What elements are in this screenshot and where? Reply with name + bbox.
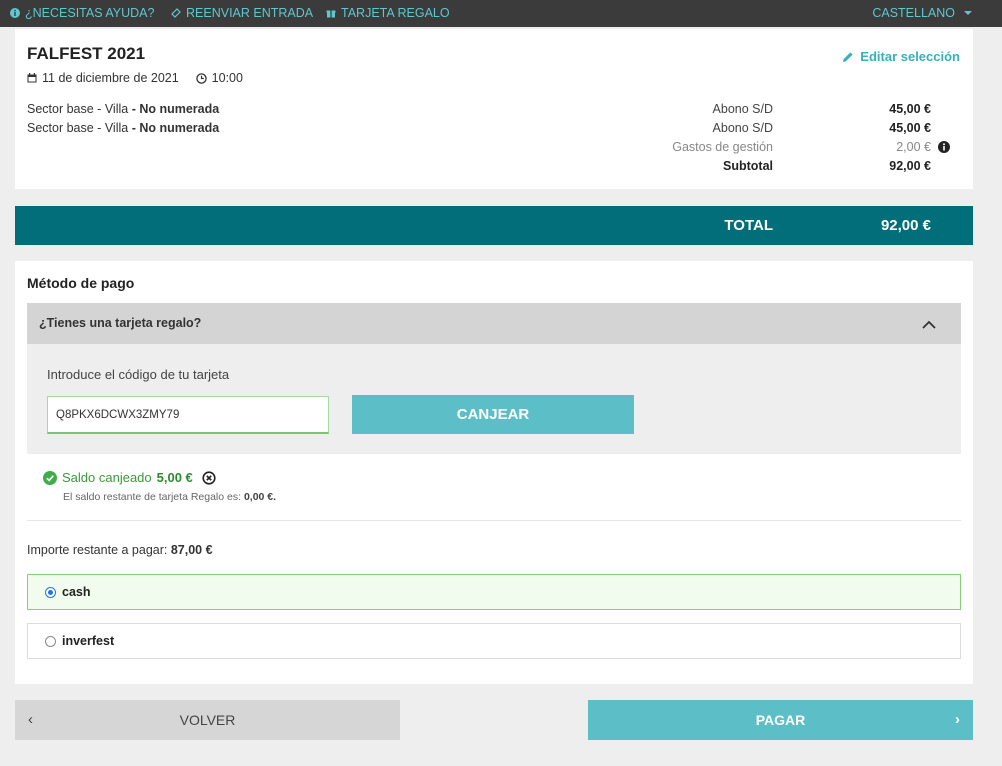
payment-option-label: inverfest bbox=[62, 634, 115, 648]
ticket-separator: - bbox=[128, 121, 140, 135]
remove-circle-icon[interactable] bbox=[202, 470, 216, 485]
gift-card-link[interactable]: TARJETA REGALO bbox=[326, 6, 450, 20]
chevron-up-icon[interactable] bbox=[922, 318, 936, 332]
pay-label: PAGAR bbox=[755, 712, 806, 728]
redeemed-balance: Saldo canjeado 5,00 € bbox=[43, 470, 216, 485]
chevron-right-icon: › bbox=[955, 711, 960, 728]
subtotal-label: Subtotal bbox=[723, 159, 773, 173]
resend-ticket-link[interactable]: REENVIAR ENTRADA bbox=[171, 6, 313, 20]
fees-label: Gastos de gestión bbox=[672, 140, 773, 154]
subtotal-amount: 92,00 € bbox=[889, 159, 931, 173]
ticket-label: Abono S/D bbox=[712, 121, 773, 135]
gift-card-question: ¿Tienes una tarjeta regalo? bbox=[39, 316, 202, 330]
remaining-to-pay-amount: 87,00 € bbox=[170, 543, 213, 557]
remaining-to-pay-prefix: Importe restante a pagar: bbox=[27, 543, 168, 557]
top-bar: ¿NECESITAS AYUDA? REENVIAR ENTRADA TARJE… bbox=[0, 0, 1002, 27]
resend-label: REENVIAR ENTRADA bbox=[186, 6, 314, 20]
payment-method-card: Método de pago ¿Tienes una tarjeta regal… bbox=[15, 261, 973, 684]
remaining-to-pay: Importe restante a pagar: 87,00 € bbox=[27, 543, 213, 557]
redeemed-amount: 5,00 € bbox=[156, 470, 193, 485]
gift-icon bbox=[326, 10, 336, 18]
info-icon[interactable] bbox=[938, 141, 950, 153]
ticket-sector: Sector base - Villa bbox=[27, 102, 129, 116]
pay-button[interactable]: PAGAR › bbox=[588, 700, 973, 740]
ticket-separator: - bbox=[128, 102, 140, 116]
check-circle-icon bbox=[43, 470, 57, 485]
ticket-icon bbox=[171, 8, 181, 18]
language-label: CASTELLANO bbox=[872, 6, 955, 20]
remaining-balance-prefix: El saldo restante de tarjeta Regalo es: bbox=[63, 491, 242, 503]
redeemed-prefix: Saldo canjeado bbox=[62, 470, 152, 485]
event-meta: 11 de diciembre de 2021 10:00 bbox=[27, 71, 243, 85]
event-date: 11 de diciembre de 2021 bbox=[42, 71, 179, 85]
ticket-type: No numerada bbox=[139, 102, 220, 116]
back-button[interactable]: ‹ VOLVER bbox=[15, 700, 400, 740]
caret-down-icon bbox=[964, 11, 972, 15]
help-label: ¿NECESITAS AYUDA? bbox=[25, 6, 155, 20]
remaining-balance-amount: 0,00 €. bbox=[243, 491, 277, 503]
gift-code-prompt: Introduce el código de tu tarjeta bbox=[47, 367, 230, 382]
event-title: FALFEST 2021 bbox=[27, 44, 146, 63]
ticket-label: Abono S/D bbox=[712, 102, 773, 116]
total-label: TOTAL bbox=[724, 217, 773, 234]
gift-card-accordion-header[interactable]: ¿Tienes una tarjeta regalo? bbox=[27, 303, 961, 344]
total-amount: 92,00 € bbox=[880, 217, 931, 234]
remaining-gift-balance: El saldo restante de tarjeta Regalo es: … bbox=[63, 491, 276, 503]
gift-card-label: TARJETA REGALO bbox=[341, 6, 450, 20]
redeem-button[interactable]: CANJEAR bbox=[352, 395, 634, 434]
ticket-price: 45,00 € bbox=[889, 102, 931, 116]
back-label: VOLVER bbox=[179, 712, 236, 728]
pencil-icon bbox=[843, 51, 853, 62]
event-time: 10:00 bbox=[211, 71, 243, 85]
ticket-line: Sector base - Villa - No numerada bbox=[27, 121, 219, 135]
payment-option-label: cash bbox=[62, 585, 91, 599]
clock-icon bbox=[195, 72, 207, 84]
payment-option-inverfest[interactable]: inverfest bbox=[27, 623, 961, 659]
help-link[interactable]: ¿NECESITAS AYUDA? bbox=[10, 6, 154, 20]
calendar-icon bbox=[27, 73, 37, 83]
gift-card-panel: Introduce el código de tu tarjeta CANJEA… bbox=[27, 344, 961, 454]
ticket-line: Sector base - Villa - No numerada bbox=[27, 102, 219, 116]
ticket-type: No numerada bbox=[139, 121, 220, 135]
edit-selection-link[interactable]: Editar selección bbox=[842, 49, 960, 64]
divider bbox=[27, 520, 961, 521]
radio-unselected[interactable] bbox=[45, 636, 56, 647]
payment-method-title: Método de pago bbox=[27, 275, 135, 291]
payment-option-cash[interactable]: cash bbox=[27, 574, 961, 610]
ticket-sector: Sector base - Villa bbox=[27, 121, 129, 135]
info-icon bbox=[10, 8, 20, 18]
ticket-price: 45,00 € bbox=[889, 121, 931, 135]
fees-amount: 2,00 € bbox=[896, 140, 931, 154]
language-selector[interactable]: CASTELLANO bbox=[872, 6, 972, 20]
edit-selection-label: Editar selección bbox=[860, 49, 960, 64]
radio-selected[interactable] bbox=[45, 587, 56, 598]
gift-code-input[interactable] bbox=[47, 396, 329, 434]
order-summary-card: FALFEST 2021 11 de diciembre de 2021 10:… bbox=[15, 29, 973, 189]
total-bar: TOTAL 92,00 € bbox=[15, 206, 973, 245]
